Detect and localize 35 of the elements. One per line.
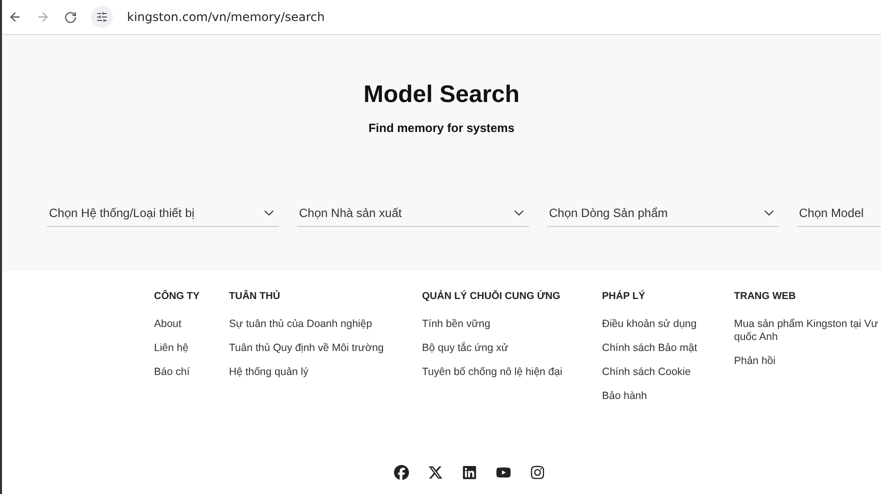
footer-link[interactable]: Bảo hành [602,390,734,403]
address-bar-url[interactable]: kingston.com/vn/memory/search [127,10,325,24]
footer-link[interactable]: Tính bền vững [422,318,602,331]
youtube-icon[interactable] [496,465,511,480]
page-title: Model Search [363,81,520,109]
footer-link[interactable]: Bộ quy tắc ứng xử [422,342,602,355]
footer-link[interactable]: Phản hồi [734,355,881,368]
footer-link[interactable]: Tuân thủ Quy định về Môi trường [229,342,422,355]
footer-link[interactable]: Tuyên bố chống nô lệ hiện đại [422,366,602,379]
footer-link[interactable]: Mua sản phẩm Kingston tại Vư quốc Anh [734,318,881,344]
page-subtitle: Find memory for systems [368,121,515,135]
dropdown-select[interactable]: Chọn Dòng Sản phẩm [547,205,779,227]
reload-icon[interactable] [64,10,77,24]
footer-link[interactable]: Chính sách Cookie [602,366,734,379]
footer-link[interactable]: Liên hệ [154,342,229,355]
footer-heading: TUÂN THỦ [229,291,282,302]
dropdown-select[interactable]: Chọn Model [797,205,881,227]
footer-heading: QUẢN LÝ CHUỖI CUNG ỨNG [422,291,562,302]
footer-heading: PHÁP LÝ [602,291,646,302]
back-icon[interactable] [8,10,22,24]
footer-link[interactable]: Chính sách Bảo mật [602,342,734,355]
footer-link[interactable]: Báo chí [154,366,229,379]
facebook-icon[interactable] [394,465,409,480]
linkedin-icon[interactable] [462,465,477,480]
footer-heading: TRANG WEB [734,291,797,302]
footer-link[interactable]: Điều khoản sử dụng [602,318,734,331]
footer-link[interactable]: About [154,318,229,331]
footer-link[interactable]: Sự tuân thủ của Doanh nghiệp [229,318,422,331]
instagram-icon[interactable] [530,465,545,480]
site-settings-icon[interactable] [91,6,113,28]
dropdown-select[interactable]: Chọn Nhà sản xuất [297,205,529,227]
footer-heading: CÔNG TY [154,291,201,302]
x-icon[interactable] [428,465,443,480]
dropdown-select[interactable]: Chọn Hệ thống/Loại thiết bị [47,205,279,227]
footer-link[interactable]: Hệ thống quản lý [229,366,422,379]
